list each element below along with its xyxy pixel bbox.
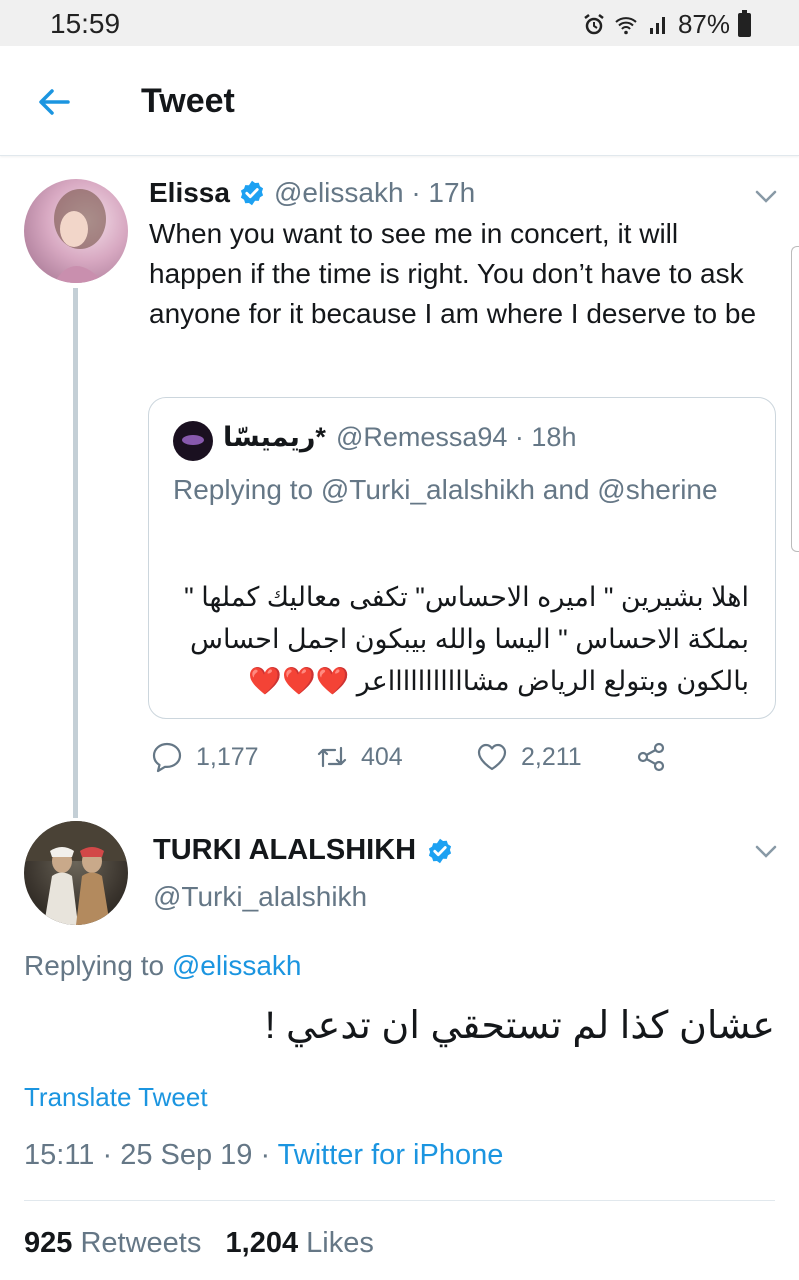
avatar-image <box>54 189 106 283</box>
battery-icon <box>738 9 751 37</box>
signal-icon <box>649 16 665 34</box>
like-button[interactable]: 2,211 <box>475 740 635 774</box>
page-title: Tweet <box>141 82 235 120</box>
replying-prefix: Replying to <box>24 950 172 981</box>
reply-button[interactable]: 1,177 <box>150 740 315 774</box>
mention-link[interactable]: @sherine <box>597 474 717 505</box>
verified-badge-icon <box>429 838 452 863</box>
quoted-handle-time: @Remessa94 · 18h <box>335 422 577 452</box>
chevron-down-icon[interactable] <box>752 182 780 210</box>
status-bar: 15:59 87% <box>0 0 799 46</box>
quoted-tweet[interactable]: ريميسّا* @Remessa94 · 18h Replying to @T… <box>148 397 776 719</box>
tweet-text: عشان كذا لم تستحقي ان تدعي ! <box>264 1005 775 1047</box>
author-name[interactable]: Elissa <box>149 177 230 209</box>
retweets-count: 925 <box>24 1227 73 1259</box>
tweet-author-row[interactable]: TURKI ALALSHIKH <box>153 834 454 867</box>
quoted-text: اهلا بشيرين " اميره الاحساس" تكفى معاليك… <box>169 576 749 702</box>
scroll-handle[interactable] <box>791 246 799 552</box>
back-arrow-icon[interactable] <box>34 82 74 122</box>
verified-badge-icon <box>240 180 264 206</box>
tweet-actions: 1,177 404 2,211 <box>150 740 669 774</box>
heart-icon <box>477 743 507 771</box>
avatar-image <box>24 821 128 925</box>
thread-connector <box>73 288 78 818</box>
quoted-author-row: ريميسّا* @Remessa94 · 18h <box>223 422 576 453</box>
timestamp-text: 15:11 · 25 Sep 19 · <box>24 1139 278 1171</box>
wifi-icon <box>615 16 637 34</box>
tweet-timestamp: 15:11 · 25 Sep 19 · Twitter for iPhone <box>24 1139 503 1172</box>
replying-prefix: Replying to <box>173 474 321 505</box>
likes-stat[interactable]: 1,204 Likes <box>226 1227 374 1259</box>
top-bar: Tweet <box>0 46 799 156</box>
tweet-stats: 925 Retweets 1,204 Likes <box>24 1227 374 1260</box>
translate-tweet-link[interactable]: Translate Tweet <box>24 1082 208 1113</box>
quoted-author-name: ريميسّا* <box>223 422 326 452</box>
replying-and: and <box>535 474 598 505</box>
source-link[interactable]: Twitter for iPhone <box>278 1139 504 1171</box>
quoted-replying-to: Replying to @Turki_alalshikh and @sherin… <box>173 470 733 509</box>
reply-count: 1,177 <box>196 742 259 771</box>
author-name[interactable]: TURKI ALALSHIKH <box>153 834 416 867</box>
author-handle-time: @elissakh · 17h <box>273 177 476 208</box>
battery-percent: 87% <box>677 9 730 39</box>
chevron-down-icon[interactable] <box>752 837 780 865</box>
replying-to: Replying to @elissakh <box>24 950 301 982</box>
avatar[interactable] <box>24 179 128 283</box>
avatar[interactable] <box>24 821 128 925</box>
retweets-stat[interactable]: 925 Retweets <box>24 1227 201 1259</box>
retweets-label: Retweets <box>72 1227 202 1259</box>
retweet-icon <box>317 746 347 768</box>
tweet-text: When you want to see me in concert, it w… <box>149 218 757 329</box>
alarm-icon <box>584 13 604 34</box>
like-count: 2,211 <box>521 742 582 771</box>
share-icon <box>637 742 665 772</box>
retweet-button[interactable]: 404 <box>315 740 475 774</box>
mention-link[interactable]: @Turki_alalshikh <box>321 474 535 505</box>
retweet-count: 404 <box>361 742 403 771</box>
status-icons: 87% <box>582 9 751 40</box>
status-time: 15:59 <box>50 8 121 39</box>
divider <box>24 1200 775 1201</box>
likes-label: Likes <box>298 1227 374 1259</box>
mention-link[interactable]: @elissakh <box>172 950 302 981</box>
likes-count: 1,204 <box>225 1227 299 1259</box>
share-button[interactable] <box>635 740 669 774</box>
reply-icon <box>152 742 182 773</box>
quoted-avatar <box>173 421 213 461</box>
hearts-emoji: ❤️❤️❤️ <box>248 666 350 696</box>
author-handle[interactable]: @Turki_alalshikh <box>153 881 367 913</box>
tweet-author-row[interactable]: Elissa @elissakh · 17h <box>149 177 475 209</box>
